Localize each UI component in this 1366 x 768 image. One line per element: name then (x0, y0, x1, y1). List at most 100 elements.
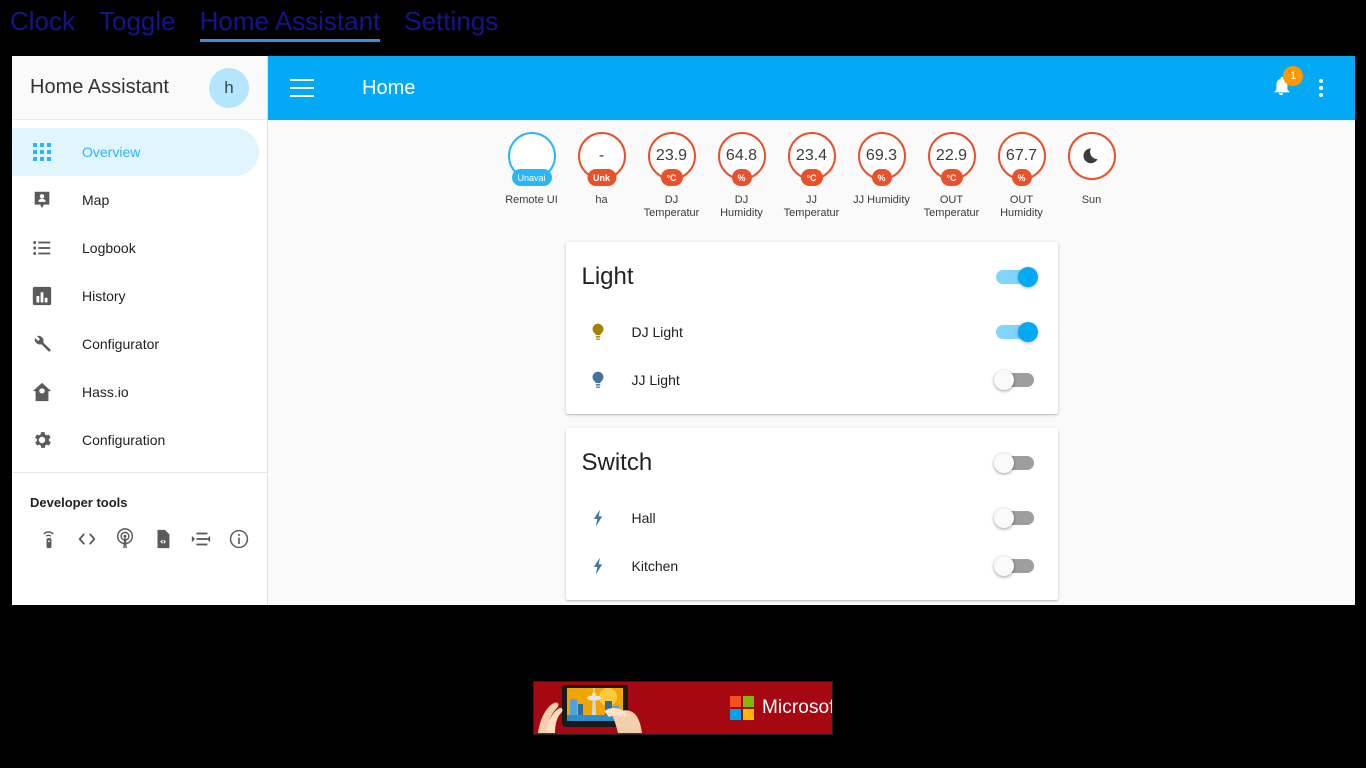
sidebar-item-map[interactable]: Map (12, 176, 259, 224)
entity-name: JJ Light (631, 372, 680, 388)
sidebar-item-logbook[interactable]: Logbook (12, 224, 259, 272)
badge-circle: 64.8 % (717, 132, 766, 186)
sidebar-item-history[interactable]: History (12, 272, 259, 320)
badge-jj-temperature[interactable]: 23.4 °C JJ Temperature (783, 132, 840, 222)
services-icon[interactable] (190, 528, 212, 550)
microsoft-brand: Microsoft (730, 696, 833, 720)
badge-unit-pill: °C (660, 169, 683, 186)
browser-tab-bar: Clock Toggle Home Assistant Settings (0, 0, 1366, 52)
sidebar-item-label: Configurator (82, 336, 160, 352)
badge-dj-temperature[interactable]: 23.9 °C DJ Temperature (643, 132, 700, 222)
flash-icon (586, 554, 610, 578)
badge-state-pill: Unk (586, 169, 617, 186)
developer-tools-icon-row (12, 510, 267, 550)
badge-label: DJ Temperature (643, 194, 700, 222)
toggle-knob (1017, 267, 1038, 287)
lightbulb-icon (586, 320, 610, 344)
overflow-menu-button[interactable] (1301, 68, 1341, 108)
home-leaf-icon (30, 380, 54, 404)
badge-circle: 69.3 % (857, 132, 906, 186)
badge-sun[interactable]: Sun (1063, 132, 1120, 222)
badge-dj-humidity[interactable]: 64.8 % DJ Humidity (713, 132, 770, 222)
sidebar-item-hassio[interactable]: Hass.io (12, 368, 259, 416)
hall-toggle[interactable] (993, 508, 1038, 528)
card-switch: Switch Hall Kitchen (565, 428, 1058, 600)
badge-label: JJ Temperature (783, 194, 840, 222)
sidebar-item-label: Overview (82, 144, 141, 160)
badge-unit-pill: % (1011, 169, 1032, 186)
badge-remote-ui[interactable]: Unavai Remote UI (503, 132, 560, 222)
sidebar-item-label: Configuration (82, 432, 166, 448)
nav-tab-clock[interactable]: Clock (10, 8, 75, 44)
badge-state-pill: Unavai (511, 169, 552, 186)
badge-value: 23.4 (795, 147, 828, 164)
badge-label: OUT Humidity (1000, 194, 1043, 220)
badge-value: - (598, 147, 605, 164)
map-marker-icon (30, 188, 54, 212)
sidebar-item-label: History (82, 288, 126, 304)
badge-ha[interactable]: - Unk ha (573, 132, 630, 222)
badge-value: 69.3 (865, 147, 898, 164)
badge-value: 67.7 (1005, 147, 1038, 164)
badge-out-humidity[interactable]: 67.7 % OUT Humidity (993, 132, 1050, 222)
badge-unit-pill: °C (940, 169, 963, 186)
switch-group-toggle[interactable] (993, 453, 1038, 473)
chart-bar-icon (30, 284, 54, 308)
card-header: Light (566, 246, 1058, 308)
kitchen-toggle[interactable] (993, 556, 1038, 576)
dj-light-toggle[interactable] (994, 322, 1038, 342)
template-file-icon[interactable] (152, 528, 174, 550)
entity-row-dj-light[interactable]: DJ Light (566, 308, 1058, 356)
remote-icon[interactable] (38, 528, 60, 550)
hamburger-icon[interactable] (290, 79, 314, 97)
badge-label: Remote UI (505, 194, 558, 206)
nav-tab-toggle[interactable]: Toggle (99, 8, 176, 44)
card-title: Light (581, 263, 634, 290)
badge-label: Sun (1081, 194, 1102, 206)
entity-name: DJ Light (631, 324, 683, 340)
badge-jj-humidity[interactable]: 69.3 % JJ Humidity (853, 132, 910, 222)
sidebar-item-configuration[interactable]: Configuration (12, 416, 259, 464)
developer-tools-heading: Developer tools (30, 495, 128, 510)
avatar[interactable]: h (209, 67, 249, 108)
info-icon[interactable] (228, 528, 250, 550)
advertisement-banner[interactable]: Microsoft (533, 681, 833, 735)
code-icon[interactable] (76, 528, 98, 550)
entity-name: Kitchen (631, 558, 679, 574)
grid-icon (30, 140, 54, 164)
badge-out-temperature[interactable]: 22.9 °C OUT Temperature (923, 132, 980, 222)
badge-circle: 67.7 % (997, 132, 1046, 186)
card-header: Switch (566, 432, 1058, 494)
notifications-button[interactable]: 1 (1261, 66, 1303, 108)
badge-label: DJ Humidity (720, 194, 763, 220)
jj-light-toggle[interactable] (993, 370, 1038, 390)
badge-value: 64.8 (725, 147, 758, 164)
broadcast-icon[interactable] (114, 528, 136, 550)
entity-row-hall[interactable]: Hall (566, 494, 1058, 542)
main-panel: Home 1 Unavai Remote UI - Unk ha 23.9 °C… (268, 56, 1355, 605)
entity-name: Hall (631, 510, 656, 526)
toggle-knob (1017, 322, 1038, 342)
sidebar-item-label: Hass.io (82, 384, 129, 400)
microsoft-logo-icon (730, 696, 754, 720)
toggle-knob (993, 370, 1014, 390)
sidebar-header: Home Assistant h (12, 56, 267, 120)
ad-illustration (534, 682, 662, 734)
entity-row-jj-light[interactable]: JJ Light (566, 356, 1058, 404)
badge-circle: 23.9 °C (647, 132, 696, 186)
entity-row-kitchen[interactable]: Kitchen (566, 542, 1058, 590)
list-icon (30, 236, 54, 260)
sidebar-item-configurator[interactable]: Configurator (12, 320, 259, 368)
sidebar-nav-list: Overview Map Logbook History Configurato… (12, 120, 267, 464)
light-group-toggle[interactable] (994, 267, 1038, 287)
kebab-menu-icon (1319, 79, 1323, 97)
badge-unit-pill: % (871, 169, 892, 186)
microsoft-wordmark: Microsoft (762, 697, 833, 718)
home-assistant-app: Home Assistant h Overview Map Logbook Hi… (12, 56, 1355, 605)
badge-unit-pill: % (731, 169, 752, 186)
lightbulb-icon (586, 368, 610, 392)
nav-tab-home-assistant[interactable]: Home Assistant (199, 8, 380, 44)
sidebar-item-overview[interactable]: Overview (12, 128, 259, 176)
nav-tab-settings[interactable]: Settings (404, 8, 498, 44)
badge-value: 23.9 (655, 147, 688, 164)
